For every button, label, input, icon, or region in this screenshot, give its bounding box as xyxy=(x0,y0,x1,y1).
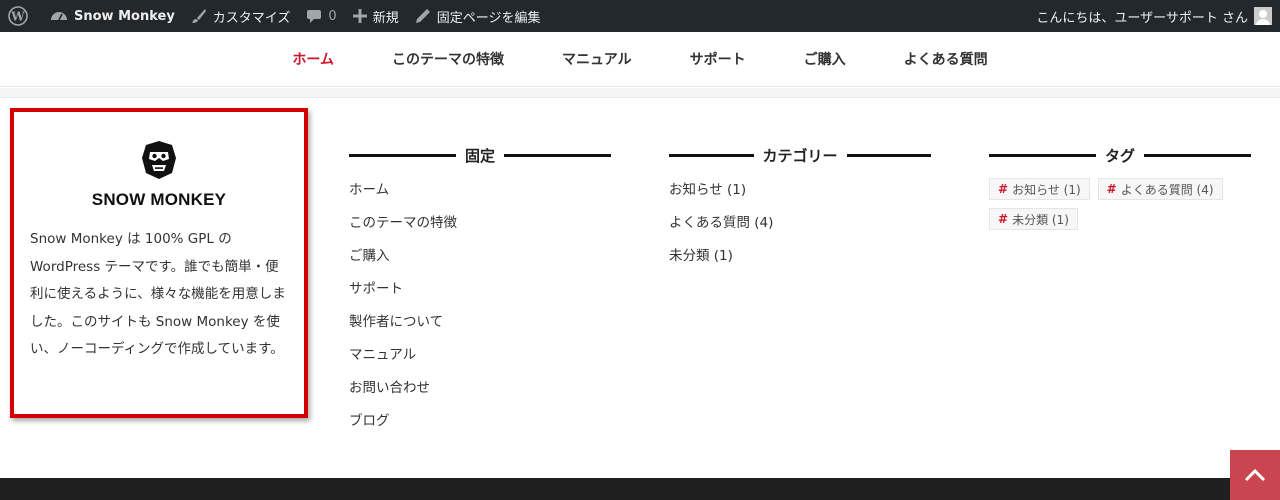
categories-list: お知らせ (1) よくある質問 (4) 未分類 (1) xyxy=(669,174,931,273)
category-link-news[interactable]: お知らせ (1) xyxy=(669,174,931,207)
pencil-icon xyxy=(415,8,431,24)
page-link-purchase[interactable]: ご購入 xyxy=(349,240,611,273)
tag-label: よくある質問 (4) xyxy=(1120,182,1214,197)
wordpress-logo-button[interactable]: W xyxy=(0,0,42,32)
tags-widget: タグ # お知らせ (1) # よくある質問 (4) # 未分類 (1) xyxy=(989,140,1252,238)
customize-label: カスタマイズ xyxy=(212,10,291,26)
comments-count: 0 xyxy=(328,8,337,24)
admin-bar: W Snow Monkey カスタマイズ 0 新規 固定ページを編集 こんにちは… xyxy=(0,0,1280,32)
brand-name: SNOW MONKEY xyxy=(91,190,227,209)
chevron-up-icon xyxy=(1244,468,1266,482)
nav-item-manual[interactable]: マニュアル xyxy=(533,49,661,69)
page-link-contact[interactable]: お問い合わせ xyxy=(349,372,611,405)
monkey-logo-icon xyxy=(142,141,176,179)
site-name: Snow Monkey xyxy=(74,8,175,24)
category-link-faq[interactable]: よくある質問 (4) xyxy=(669,207,931,240)
greeting: こんにちは、ユーザーサポート さん xyxy=(1036,10,1248,26)
nav-item-support[interactable]: サポート xyxy=(661,49,775,69)
category-link-uncategorized[interactable]: 未分類 (1) xyxy=(669,240,931,273)
footer xyxy=(0,478,1280,500)
profile-description: Snow Monkey は 100% GPL の WordPress テーマです… xyxy=(30,231,286,357)
heading-rule xyxy=(504,153,612,157)
page-link-home[interactable]: ホーム xyxy=(349,174,611,207)
widget-heading: 固定 xyxy=(349,140,612,170)
hash-icon: # xyxy=(998,182,1009,196)
tag-faq[interactable]: # よくある質問 (4) xyxy=(1097,178,1223,200)
heading-rule xyxy=(846,153,932,157)
page-link-manual[interactable]: マニュアル xyxy=(349,339,611,372)
heading-rule xyxy=(1144,153,1252,157)
categories-widget: カテゴリー お知らせ (1) よくある質問 (4) 未分類 (1) xyxy=(669,140,932,273)
site-name-link[interactable]: Snow Monkey xyxy=(42,0,183,32)
tags-widget-title: タグ xyxy=(1105,146,1136,165)
categories-widget-title: カテゴリー xyxy=(762,146,838,165)
plus-icon xyxy=(352,9,367,23)
widget-heading: カテゴリー xyxy=(669,140,932,170)
heading-rule xyxy=(669,153,754,157)
customize-link[interactable]: カスタマイズ xyxy=(183,0,299,32)
page-link-about[interactable]: 製作者について xyxy=(349,306,611,339)
page-top-button[interactable] xyxy=(1230,450,1280,500)
tag-label: 未分類 (1) xyxy=(1012,212,1069,227)
page-link-blog[interactable]: ブログ xyxy=(349,405,611,438)
nav-item-home[interactable]: ホーム xyxy=(263,49,363,69)
svg-text:W: W xyxy=(10,10,25,24)
tag-news[interactable]: # お知らせ (1) xyxy=(989,178,1090,200)
new-content-link[interactable]: 新規 xyxy=(345,0,407,32)
page-link-support[interactable]: サポート xyxy=(349,273,611,306)
tag-cloud: # お知らせ (1) # よくある質問 (4) # 未分類 (1) xyxy=(989,178,1251,238)
hash-icon: # xyxy=(998,212,1009,226)
heading-rule xyxy=(349,153,456,157)
tag-label: お知らせ (1) xyxy=(1012,182,1081,197)
my-account[interactable]: こんにちは、ユーザーサポート さん xyxy=(1036,7,1280,26)
global-nav: ホーム このテーマの特徴 マニュアル サポート ご購入 よくある質問 xyxy=(0,32,1280,87)
dashboard-icon xyxy=(50,8,68,24)
new-label: 新規 xyxy=(372,10,399,26)
profile-widget: SNOW MONKEY Snow Monkey は 100% GPL の Wor… xyxy=(10,108,308,418)
site-logo[interactable]: SNOW MONKEY xyxy=(30,140,288,210)
edit-page-label: 固定ページを編集 xyxy=(436,10,541,26)
wordpress-logo-icon: W xyxy=(8,6,28,26)
tag-uncategorized[interactable]: # 未分類 (1) xyxy=(989,208,1078,230)
nav-item-features[interactable]: このテーマの特徴 xyxy=(363,49,533,69)
comment-icon xyxy=(306,8,322,24)
comments-link[interactable]: 0 xyxy=(298,0,344,32)
pages-widget-title: 固定 xyxy=(465,146,496,165)
pages-widget: 固定 ホーム このテーマの特徴 ご購入 サポート 製作者について マニュアル お… xyxy=(349,140,612,438)
avatar xyxy=(1254,7,1272,25)
widget-heading: タグ xyxy=(989,140,1252,170)
brush-icon xyxy=(191,8,207,24)
nav-item-purchase[interactable]: ご購入 xyxy=(775,49,875,69)
hash-icon: # xyxy=(1106,182,1117,196)
page-link-features[interactable]: このテーマの特徴 xyxy=(349,207,611,240)
nav-item-faq[interactable]: よくある質問 xyxy=(875,49,1017,69)
edit-page-link[interactable]: 固定ページを編集 xyxy=(407,0,549,32)
pages-list: ホーム このテーマの特徴 ご購入 サポート 製作者について マニュアル お問い合… xyxy=(349,174,611,438)
heading-rule xyxy=(989,153,1096,157)
nav-divider xyxy=(0,88,1280,98)
